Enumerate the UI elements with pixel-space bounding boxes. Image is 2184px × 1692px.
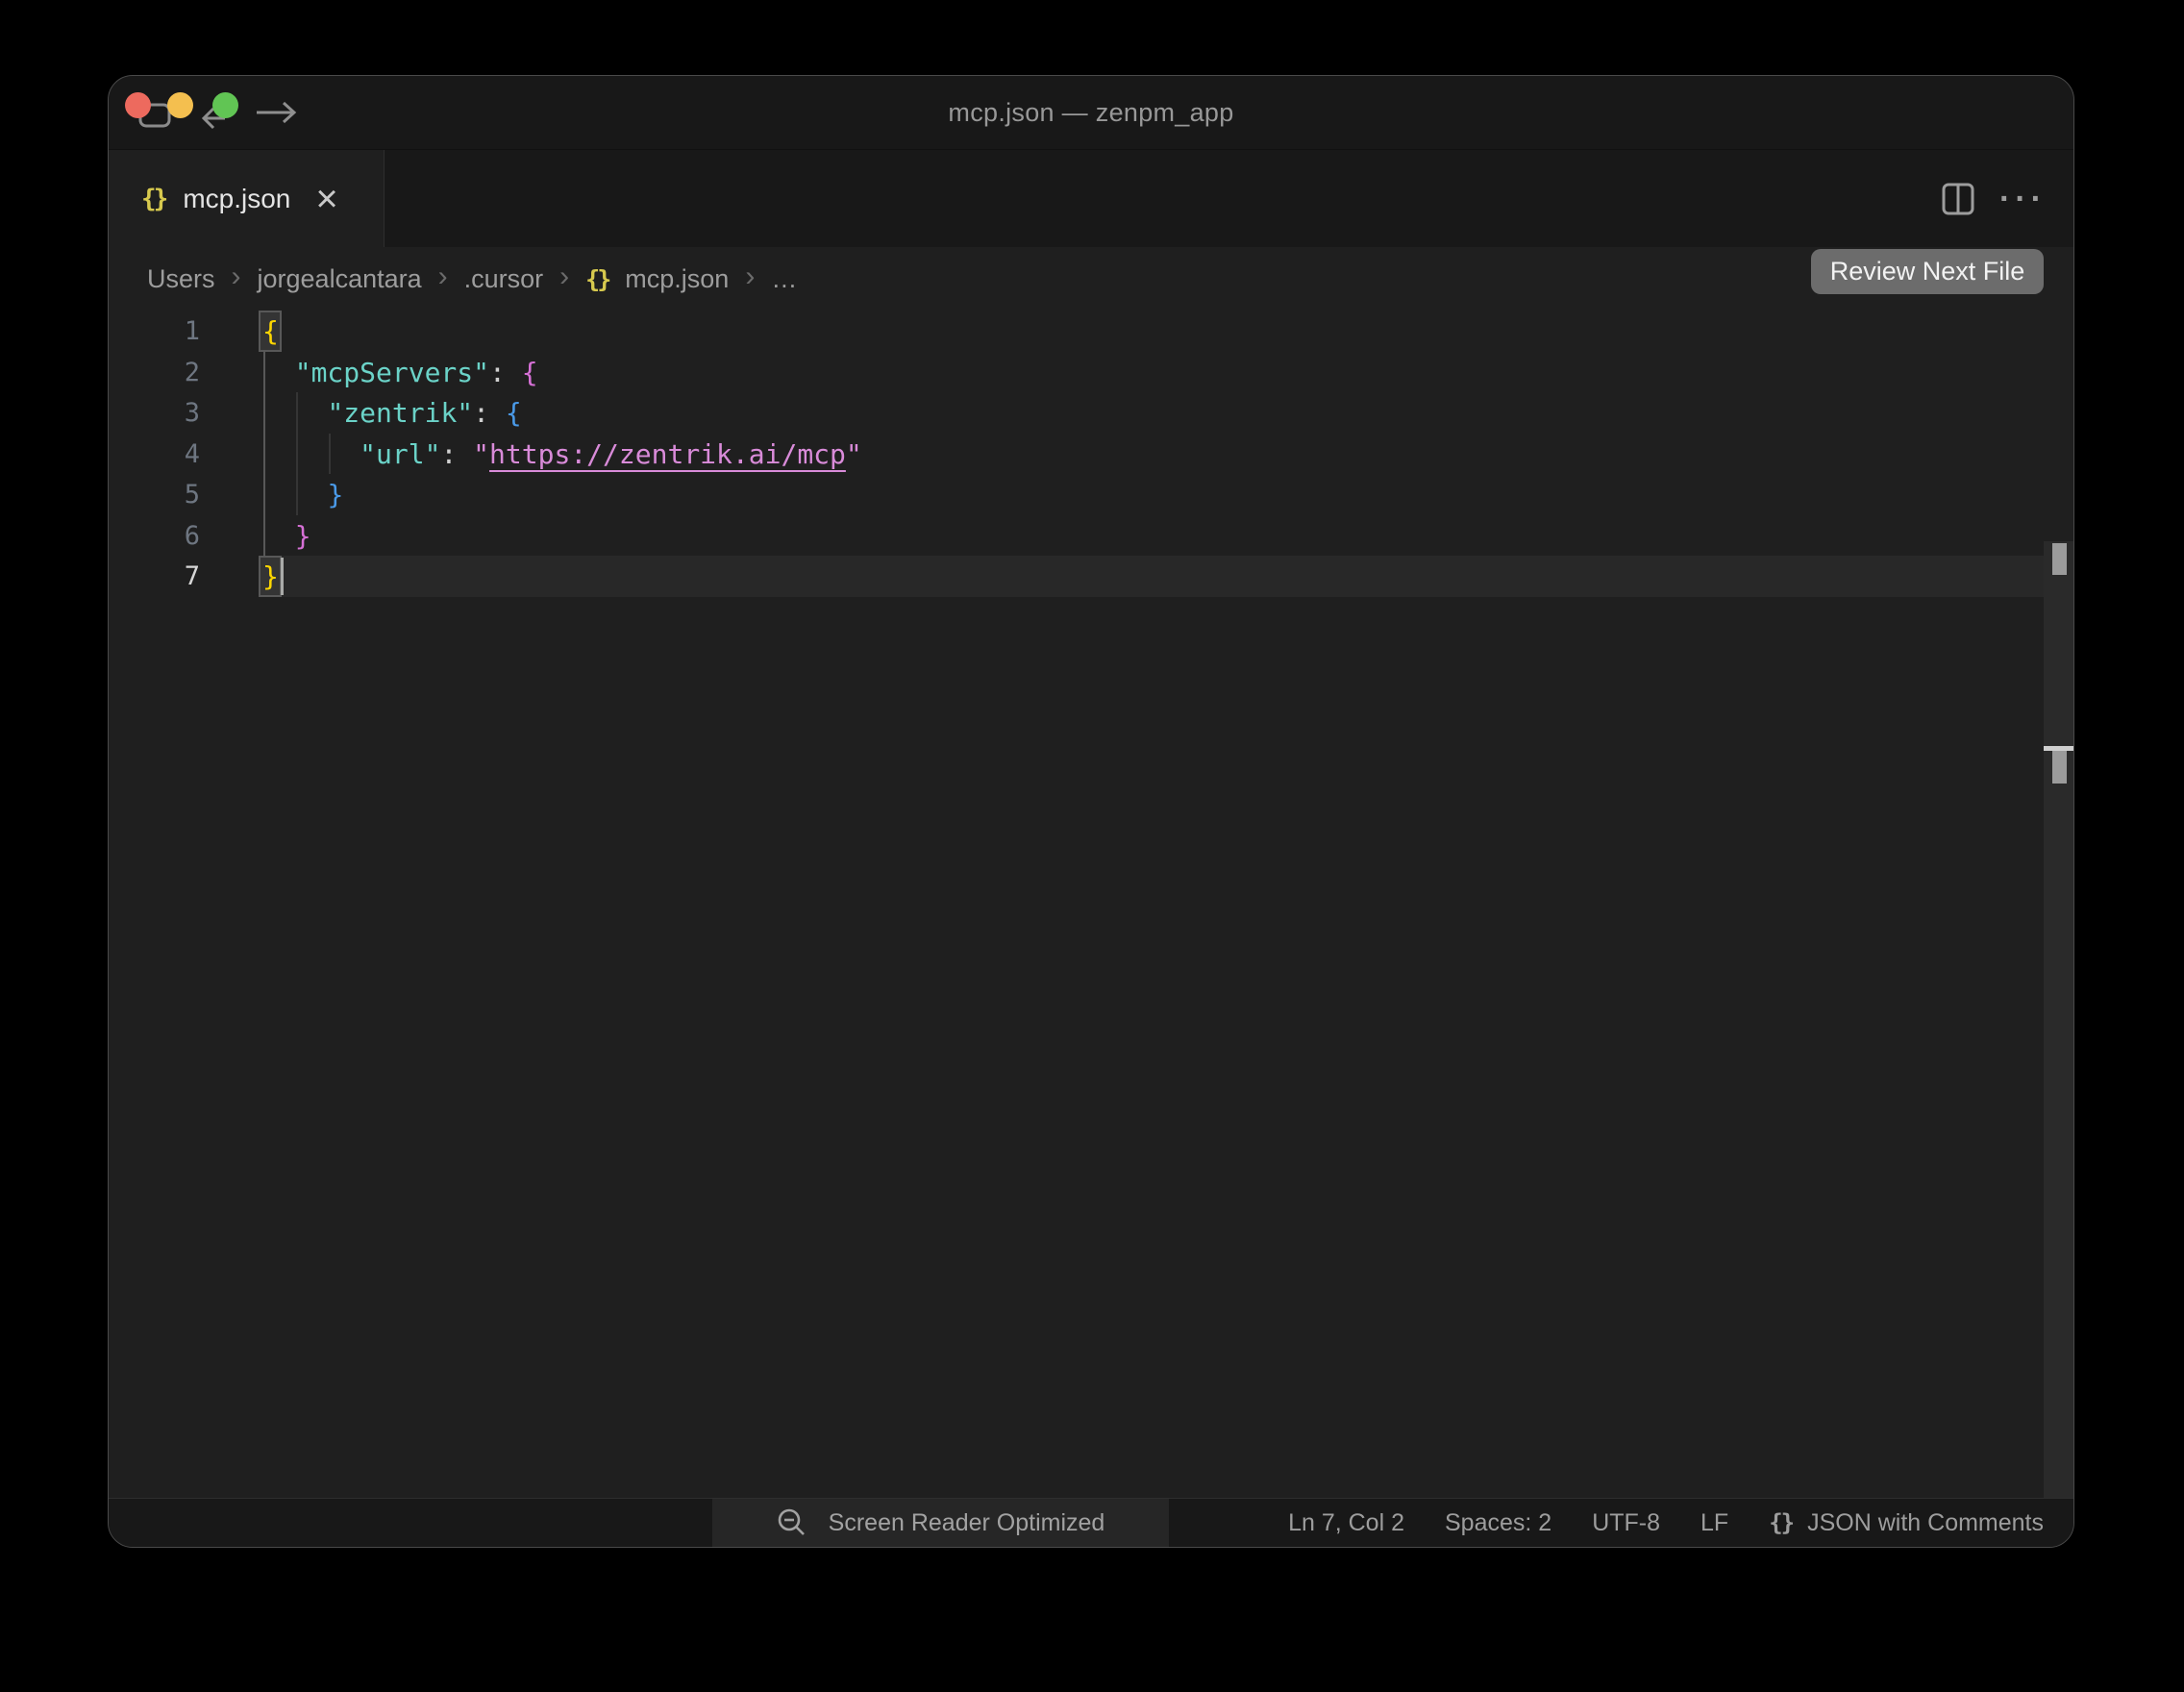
split-editor-icon[interactable]	[1942, 183, 1974, 215]
breadcrumb-separator: ›	[745, 262, 755, 295]
code-token: {	[522, 357, 538, 388]
breadcrumb-item[interactable]: …	[771, 264, 797, 294]
code-token: :	[489, 357, 522, 388]
traffic-light-minimize[interactable]	[167, 92, 193, 118]
breadcrumb-item[interactable]: Users	[147, 264, 215, 294]
code-token: "url"	[360, 438, 440, 470]
line-number: 5	[109, 474, 200, 515]
line-number: 4	[109, 434, 200, 475]
title-bar: mcp.json — zenpm_app	[109, 76, 2073, 150]
breadcrumb-item[interactable]: jorgealcantara	[258, 264, 422, 294]
code-line: }	[262, 556, 279, 597]
status-bar: Screen Reader Optimized Ln 7, Col 2 Space…	[109, 1498, 2073, 1547]
code-line: }	[262, 474, 343, 515]
code-token: "mcpServers"	[295, 357, 489, 388]
code-token: {	[262, 315, 279, 347]
code-token: "zentrik"	[327, 397, 473, 429]
status-screen-reader[interactable]: Screen Reader Optimized	[712, 1499, 1169, 1547]
line-number: 6	[109, 515, 200, 557]
status-item[interactable]: Ln 7, Col 2	[1288, 1509, 1404, 1537]
breadcrumb-item[interactable]: .cursor	[464, 264, 544, 294]
tab-mcp-json[interactable]: {} mcp.json ×	[109, 150, 385, 247]
code-token: https://zentrik.ai/mcp	[489, 438, 846, 470]
breadcrumb-separator: ›	[232, 262, 241, 295]
line-number: 3	[109, 392, 200, 434]
scrollbar-thumb[interactable]	[2052, 543, 2067, 575]
text-cursor	[281, 558, 284, 595]
line-number: 2	[109, 352, 200, 393]
line-number: 1	[109, 311, 200, 352]
tab-label: mcp.json	[183, 184, 290, 214]
forward-arrow-icon[interactable]	[255, 101, 297, 124]
json-file-icon: {}	[141, 185, 165, 213]
tab-bar: {} mcp.json × ···	[109, 150, 2073, 247]
code-token: }	[262, 560, 279, 592]
tab-close-icon[interactable]: ×	[315, 180, 337, 218]
app-window: mcp.json — zenpm_app {} mcp.json × ··· U…	[108, 75, 2074, 1548]
status-language-label: JSON with Comments	[1807, 1509, 2044, 1537]
review-next-file-button[interactable]: Review Next File	[1811, 249, 2044, 294]
code-token: }	[327, 479, 343, 510]
breadcrumb-item[interactable]: mcp.json	[625, 264, 729, 294]
code-token: "	[846, 438, 862, 470]
traffic-light-zoom[interactable]	[212, 92, 238, 118]
status-item[interactable]: LF	[1700, 1509, 1728, 1537]
breadcrumb-separator: ›	[438, 262, 448, 295]
window-title: mcp.json — zenpm_app	[109, 76, 2073, 150]
code-token: }	[295, 520, 311, 552]
zoom-out-icon	[777, 1507, 807, 1538]
overview-ruler-marker	[2052, 751, 2067, 784]
traffic-light-close[interactable]	[125, 92, 151, 118]
code-token: :	[473, 397, 506, 429]
code-line: "mcpServers": {	[262, 352, 538, 393]
status-language-mode[interactable]: {} JSON with Comments	[1769, 1509, 2044, 1537]
code-token: {	[506, 397, 522, 429]
code-token: :	[440, 438, 473, 470]
editor-scrollbar[interactable]	[2044, 541, 2073, 1548]
json-file-icon: {}	[585, 265, 608, 293]
code-line: "zentrik": {	[262, 392, 522, 434]
breadcrumb: Users › jorgealcantara › .cursor › {} mcp.json ›…	[147, 262, 797, 295]
current-line-highlight	[259, 556, 2046, 597]
more-actions-icon[interactable]: ···	[1999, 183, 2047, 215]
status-item[interactable]: UTF-8	[1592, 1509, 1660, 1537]
status-screen-reader-label: Screen Reader Optimized	[829, 1509, 1105, 1537]
json-braces-icon: {}	[1769, 1509, 1793, 1536]
code-line: "url": "https://zentrik.ai/mcp"	[262, 434, 862, 475]
line-number: 7	[109, 556, 200, 597]
code-line: {	[262, 311, 279, 352]
status-item[interactable]: Spaces: 2	[1445, 1509, 1551, 1537]
code-editor[interactable]: 1{2 "mcpServers": {3 "zentrik": {4 "url"…	[109, 309, 2073, 1500]
code-line: }	[262, 515, 311, 557]
code-token: "	[473, 438, 489, 470]
breadcrumb-row: Users › jorgealcantara › .cursor › {} mcp.json ›…	[109, 247, 2073, 309]
breadcrumb-separator: ›	[559, 262, 569, 295]
